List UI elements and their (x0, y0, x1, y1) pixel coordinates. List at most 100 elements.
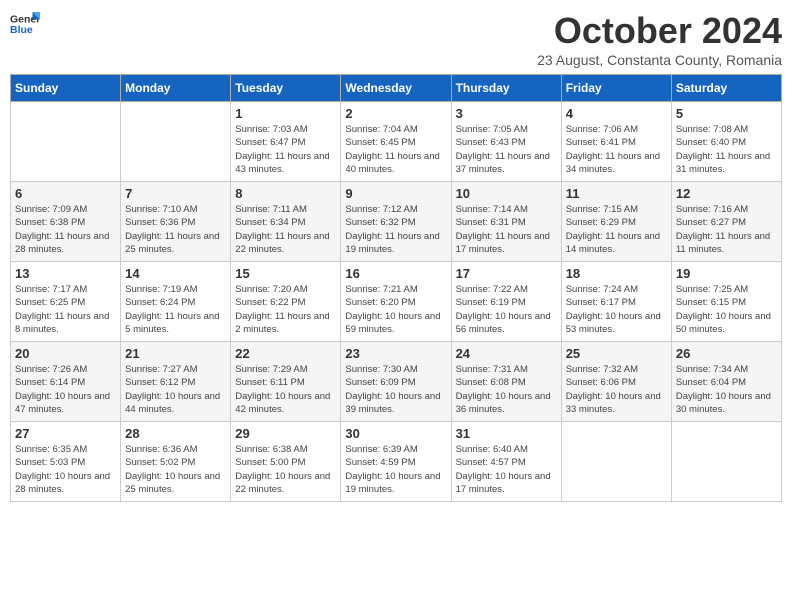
logo: General Blue (10, 10, 40, 38)
calendar-cell: 18 Sunrise: 7:24 AMSunset: 6:17 PMDayligh… (561, 262, 671, 342)
page-header: General Blue October 2024 23 August, Con… (10, 10, 782, 68)
day-number: 26 (676, 346, 777, 361)
column-header-thursday: Thursday (451, 75, 561, 102)
calendar-cell: 28Sunrise: 6:36 AMSunset: 5:02 PMDayligh… (121, 422, 231, 502)
day-number: 6 (15, 186, 116, 201)
day-number: 25 (566, 346, 667, 361)
day-number: 13 (15, 266, 116, 281)
day-number: 27 (15, 426, 116, 441)
day-info: Sunrise: 7:26 AMSunset: 6:14 PMDaylight:… (15, 363, 116, 416)
day-info: Sunrise: 7:30 AMSunset: 6:09 PMDaylight:… (345, 363, 446, 416)
day-number: 3 (456, 106, 557, 121)
calendar-cell: 14 Sunrise: 7:19 AMSunset: 6:24 PMDayligh… (121, 262, 231, 342)
day-info: Sunrise: 7:11 AMSunset: 6:34 PMDaylight:… (235, 203, 336, 256)
calendar-cell (561, 422, 671, 502)
calendar-cell: 23Sunrise: 7:30 AMSunset: 6:09 PMDayligh… (341, 342, 451, 422)
day-info: Sunrise: 7:10 AMSunset: 6:36 PMDaylight:… (125, 203, 226, 256)
day-info: Sunrise: 7:29 AMSunset: 6:11 PMDaylight:… (235, 363, 336, 416)
column-header-saturday: Saturday (671, 75, 781, 102)
calendar-cell: 2 Sunrise: 7:04 AMSunset: 6:45 PMDaylight… (341, 102, 451, 182)
calendar-cell: 26 Sunrise: 7:34 AMSunset: 6:04 PMDayligh… (671, 342, 781, 422)
calendar-cell (671, 422, 781, 502)
day-info: Sunrise: 7:21 AMSunset: 6:20 PMDaylight:… (345, 283, 446, 336)
calendar-cell: 5Sunrise: 7:08 AMSunset: 6:40 PMDaylight… (671, 102, 781, 182)
calendar-cell: 11 Sunrise: 7:15 AMSunset: 6:29 PMDayligh… (561, 182, 671, 262)
day-info: Sunrise: 6:35 AMSunset: 5:03 PMDaylight:… (15, 443, 116, 496)
day-number: 24 (456, 346, 557, 361)
day-number: 17 (456, 266, 557, 281)
day-info: Sunrise: 7:27 AMSunset: 6:12 PMDaylight:… (125, 363, 226, 416)
day-number: 22 (235, 346, 336, 361)
calendar-cell (11, 102, 121, 182)
calendar-cell: 27 Sunrise: 6:35 AMSunset: 5:03 PMDayligh… (11, 422, 121, 502)
day-info: Sunrise: 7:09 AMSunset: 6:38 PMDaylight:… (15, 203, 116, 256)
column-header-monday: Monday (121, 75, 231, 102)
day-info: Sunrise: 7:24 AMSunset: 6:17 PMDaylight:… (566, 283, 667, 336)
day-info: Sunrise: 7:22 AMSunset: 6:19 PMDaylight:… (456, 283, 557, 336)
calendar-cell: 21 Sunrise: 7:27 AMSunset: 6:12 PMDayligh… (121, 342, 231, 422)
day-info: Sunrise: 7:06 AMSunset: 6:41 PMDaylight:… (566, 123, 667, 176)
svg-text:Blue: Blue (10, 24, 33, 36)
day-number: 15 (235, 266, 336, 281)
day-number: 14 (125, 266, 226, 281)
subtitle: 23 August, Constanta County, Romania (537, 52, 782, 68)
day-info: Sunrise: 7:04 AMSunset: 6:45 PMDaylight:… (345, 123, 446, 176)
day-info: Sunrise: 7:19 AMSunset: 6:24 PMDaylight:… (125, 283, 226, 336)
calendar-cell: 1Sunrise: 7:03 AMSunset: 6:47 PMDaylight… (231, 102, 341, 182)
calendar-cell: 10 Sunrise: 7:14 AMSunset: 6:31 PMDayligh… (451, 182, 561, 262)
day-info: Sunrise: 7:12 AMSunset: 6:32 PMDaylight:… (345, 203, 446, 256)
day-number: 9 (345, 186, 446, 201)
calendar-cell: 13 Sunrise: 7:17 AMSunset: 6:25 PMDayligh… (11, 262, 121, 342)
day-number: 19 (676, 266, 777, 281)
day-info: Sunrise: 6:36 AMSunset: 5:02 PMDaylight:… (125, 443, 226, 496)
day-number: 1 (235, 106, 336, 121)
column-header-tuesday: Tuesday (231, 75, 341, 102)
calendar-cell: 4 Sunrise: 7:06 AMSunset: 6:41 PMDaylight… (561, 102, 671, 182)
day-info: Sunrise: 7:25 AMSunset: 6:15 PMDaylight:… (676, 283, 777, 336)
calendar-cell: 17 Sunrise: 7:22 AMSunset: 6:19 PMDayligh… (451, 262, 561, 342)
calendar-cell (121, 102, 231, 182)
day-number: 10 (456, 186, 557, 201)
calendar-cell: 29 Sunrise: 6:38 AMSunset: 5:00 PMDayligh… (231, 422, 341, 502)
calendar-cell: 16 Sunrise: 7:21 AMSunset: 6:20 PMDayligh… (341, 262, 451, 342)
day-number: 4 (566, 106, 667, 121)
day-number: 29 (235, 426, 336, 441)
calendar-cell: 6 Sunrise: 7:09 AMSunset: 6:38 PMDaylight… (11, 182, 121, 262)
calendar-cell: 15 Sunrise: 7:20 AMSunset: 6:22 PMDayligh… (231, 262, 341, 342)
day-info: Sunrise: 7:16 AMSunset: 6:27 PMDaylight:… (676, 203, 777, 256)
calendar-cell: 20Sunrise: 7:26 AMSunset: 6:14 PMDayligh… (11, 342, 121, 422)
day-number: 2 (345, 106, 446, 121)
calendar-cell: 3Sunrise: 7:05 AMSunset: 6:43 PMDaylight… (451, 102, 561, 182)
day-number: 12 (676, 186, 777, 201)
calendar-cell: 30Sunrise: 6:39 AMSunset: 4:59 PMDayligh… (341, 422, 451, 502)
calendar-cell: 19 Sunrise: 7:25 AMSunset: 6:15 PMDayligh… (671, 262, 781, 342)
day-info: Sunrise: 7:15 AMSunset: 6:29 PMDaylight:… (566, 203, 667, 256)
column-header-wednesday: Wednesday (341, 75, 451, 102)
calendar-cell: 24 Sunrise: 7:31 AMSunset: 6:08 PMDayligh… (451, 342, 561, 422)
day-info: Sunrise: 7:34 AMSunset: 6:04 PMDaylight:… (676, 363, 777, 416)
day-info: Sunrise: 7:31 AMSunset: 6:08 PMDaylight:… (456, 363, 557, 416)
day-info: Sunrise: 7:32 AMSunset: 6:06 PMDaylight:… (566, 363, 667, 416)
day-info: Sunrise: 7:17 AMSunset: 6:25 PMDaylight:… (15, 283, 116, 336)
day-number: 11 (566, 186, 667, 201)
title-area: October 2024 23 August, Constanta County… (537, 10, 782, 68)
day-number: 7 (125, 186, 226, 201)
calendar-cell: 9 Sunrise: 7:12 AMSunset: 6:32 PMDaylight… (341, 182, 451, 262)
calendar-table: SundayMondayTuesdayWednesdayThursdayFrid… (10, 74, 782, 502)
calendar-cell: 12 Sunrise: 7:16 AMSunset: 6:27 PMDayligh… (671, 182, 781, 262)
day-info: Sunrise: 6:40 AMSunset: 4:57 PMDaylight:… (456, 443, 557, 496)
calendar-cell: 25 Sunrise: 7:32 AMSunset: 6:06 PMDayligh… (561, 342, 671, 422)
day-number: 30 (345, 426, 446, 441)
day-number: 8 (235, 186, 336, 201)
month-title: October 2024 (537, 10, 782, 52)
day-number: 21 (125, 346, 226, 361)
calendar-cell: 8 Sunrise: 7:11 AMSunset: 6:34 PMDaylight… (231, 182, 341, 262)
day-info: Sunrise: 6:38 AMSunset: 5:00 PMDaylight:… (235, 443, 336, 496)
day-number: 16 (345, 266, 446, 281)
day-info: Sunrise: 7:14 AMSunset: 6:31 PMDaylight:… (456, 203, 557, 256)
day-number: 5 (676, 106, 777, 121)
day-number: 18 (566, 266, 667, 281)
day-info: Sunrise: 7:20 AMSunset: 6:22 PMDaylight:… (235, 283, 336, 336)
calendar-cell: 7 Sunrise: 7:10 AMSunset: 6:36 PMDaylight… (121, 182, 231, 262)
day-number: 31 (456, 426, 557, 441)
